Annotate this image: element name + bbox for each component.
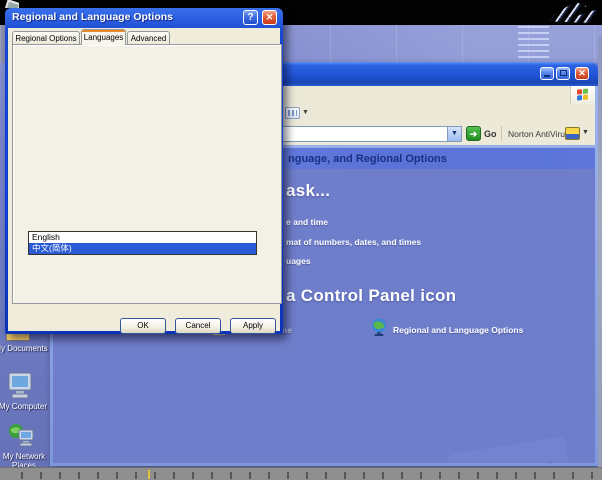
panel-icon-label-regional[interactable]: Regional and Language Options (393, 325, 523, 335)
tab-regional-options[interactable]: Regional Options (12, 31, 80, 44)
wallpaper-ladder-pattern (518, 26, 549, 64)
task-link-languages[interactable]: uages (286, 256, 311, 266)
address-dropdown-button[interactable]: ▼ (447, 126, 462, 142)
network-icon (6, 422, 36, 450)
views-caret-icon[interactable]: ▼ (302, 109, 309, 116)
maximize-button[interactable] (556, 67, 570, 80)
norton-caret-icon[interactable]: ▼ (582, 129, 589, 136)
pick-task-heading: ask... (286, 181, 330, 201)
views-icon[interactable] (285, 107, 300, 119)
cancel-button[interactable]: Cancel (175, 318, 221, 334)
pick-icon-heading: a Control Panel icon (286, 286, 456, 306)
playhead-marker[interactable] (148, 470, 150, 479)
globe-icon[interactable] (369, 317, 389, 337)
dropdown-option-english[interactable]: English (29, 232, 256, 243)
language-dropdown-list: English 中文(简体) (28, 231, 257, 255)
norton-antivirus-icon[interactable] (565, 127, 580, 140)
apply-button[interactable]: Apply (230, 318, 276, 334)
category-header-text: nguage, and Regional Options (288, 153, 447, 165)
dialog-body: Regional Options Languages Advanced Text… (8, 28, 280, 331)
norton-antivirus-label[interactable]: Norton AntiVirus (508, 129, 569, 139)
desktop-icon-label: My Documents (0, 344, 52, 353)
desktop-icon-my-network-places[interactable]: My Network Places (6, 422, 36, 455)
minimize-button[interactable] (540, 67, 554, 80)
tab-advanced[interactable]: Advanced (127, 31, 170, 44)
languages-tab-panel (12, 44, 282, 304)
dialog-title: Regional and Language Options (12, 11, 173, 23)
go-label[interactable]: Go (484, 129, 497, 139)
windows-logo-box (570, 86, 595, 104)
help-button[interactable]: ? (243, 10, 258, 25)
tab-languages[interactable]: Languages (81, 29, 126, 45)
desktop-icon-label: My Computer (0, 402, 54, 411)
timeline-ruler[interactable] (0, 467, 602, 480)
close-icon[interactable]: ✕ (262, 10, 277, 25)
screen: ✕ ▼ ▼ ➔ Go Norton AntiVirus ▼ nguage, an… (0, 0, 602, 480)
close-button[interactable]: ✕ (575, 67, 589, 80)
task-link-date-time[interactable]: e and time (286, 217, 328, 227)
regional-language-options-dialog: Regional and Language Options ? ✕ Region… (5, 8, 283, 334)
watermark-graphic (443, 334, 595, 463)
windows-flag-icon (577, 88, 589, 101)
desktop-icon-my-computer[interactable]: My Computer (6, 370, 36, 405)
go-button[interactable]: ➔ (466, 126, 481, 141)
toolbar-separator (501, 126, 502, 141)
task-link-formats[interactable]: mat of numbers, dates, and times (286, 237, 421, 247)
minimize-icon (544, 75, 550, 77)
computer-icon (6, 370, 36, 400)
desktop-right-sliver (598, 37, 602, 467)
ok-button[interactable]: OK (120, 318, 166, 334)
maximize-icon (560, 70, 567, 76)
dropdown-option-chinese[interactable]: 中文(简体) (29, 243, 256, 254)
partial-desktop-icon (3, 0, 19, 8)
